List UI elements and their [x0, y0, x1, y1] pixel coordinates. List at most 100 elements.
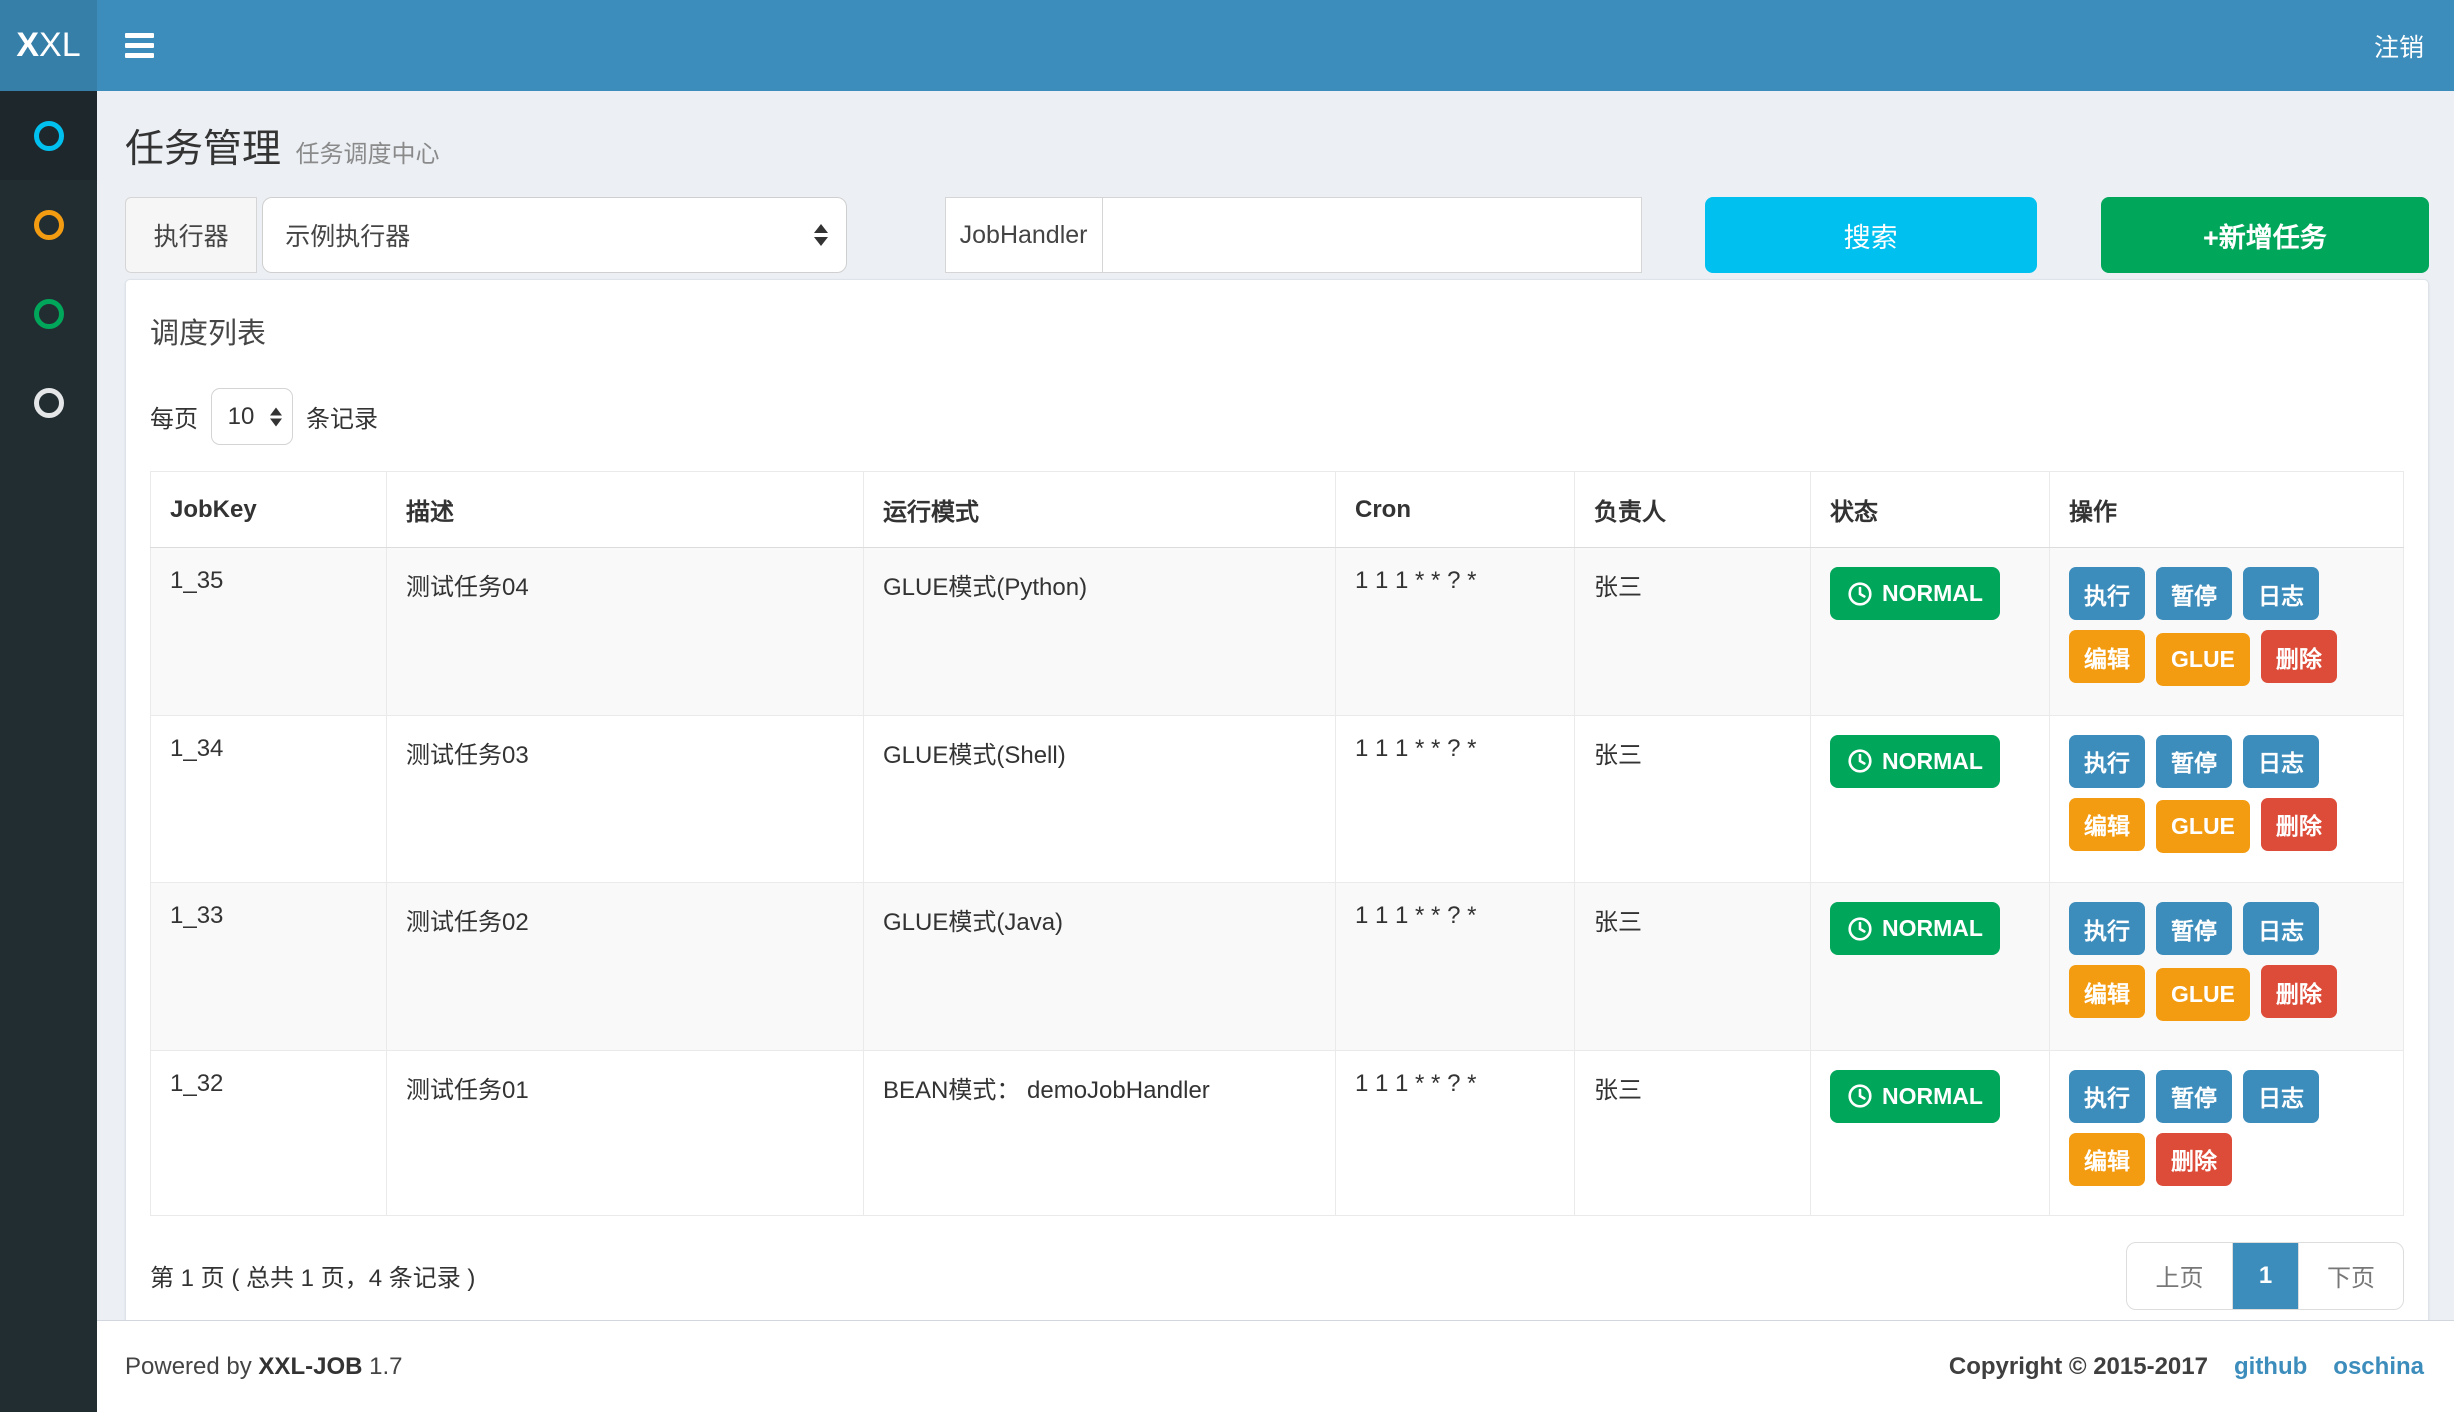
delete-button[interactable]: 删除	[2261, 965, 2337, 1018]
circle-icon	[34, 210, 64, 240]
cell-actions: 执行暂停日志 编辑GLUE删除	[2050, 883, 2404, 1051]
clock-icon	[1847, 1083, 1873, 1109]
cell-status: NORMAL	[1811, 1050, 2050, 1215]
page-header: 任务管理 任务调度中心	[125, 91, 2429, 174]
column-header-owner: 负责人	[1575, 472, 1811, 548]
column-header-cron: Cron	[1336, 472, 1575, 548]
app-logo[interactable]: XXL	[0, 0, 97, 91]
cell-jobkey: 1_35	[151, 548, 387, 716]
sidebar-item-4[interactable]	[0, 358, 97, 447]
circle-icon	[34, 388, 64, 418]
executor-select[interactable]: 示例执行器	[262, 197, 846, 273]
cell-status: NORMAL	[1811, 548, 2050, 716]
log-button[interactable]: 日志	[2243, 735, 2319, 788]
page-size-prefix-label: 每页	[150, 399, 198, 434]
jobhandler-label: JobHandler	[945, 197, 1103, 273]
table-header-row: JobKey 描述 运行模式 Cron 负责人 状态 操作	[151, 472, 2404, 548]
log-button[interactable]: 日志	[2243, 1070, 2319, 1123]
page-size-value: 10	[228, 403, 255, 431]
sidebar-item-1[interactable]	[0, 91, 97, 180]
cell-cron: 1 1 1 * * ? *	[1336, 883, 1575, 1051]
log-button[interactable]: 日志	[2243, 567, 2319, 620]
execute-button[interactable]: 执行	[2069, 902, 2145, 955]
github-link[interactable]: github	[2234, 1353, 2307, 1381]
column-header-runmode: 运行模式	[864, 472, 1336, 548]
status-badge: NORMAL	[1830, 567, 2000, 620]
app-logo-rest: XL	[39, 26, 81, 65]
powered-by-text: Powered by XXL-JOB 1.7	[125, 1353, 402, 1381]
caret-up-icon	[814, 224, 828, 233]
sidebar-toggle-button[interactable]	[125, 33, 154, 58]
copyright-text: Copyright © 2015-2017	[1949, 1353, 2208, 1381]
sidebar-item-3[interactable]	[0, 269, 97, 358]
page-size-select[interactable]: 10	[211, 388, 293, 445]
next-page-button[interactable]: 下页	[2298, 1243, 2403, 1309]
job-table: JobKey 描述 运行模式 Cron 负责人 状态 操作 1_35 测试任务0…	[150, 471, 2404, 1216]
pagination-bar: 第 1 页 ( 总共 1 页，4 条记录 ) 上页 1 下页	[150, 1242, 2404, 1310]
cell-owner: 张三	[1575, 715, 1811, 883]
status-text: NORMAL	[1882, 748, 1983, 775]
caret-down-icon	[814, 237, 828, 246]
cell-description: 测试任务04	[387, 548, 864, 716]
add-job-button[interactable]: +新增任务	[2101, 197, 2429, 273]
clock-icon	[1847, 581, 1873, 607]
delete-button[interactable]: 删除	[2156, 1133, 2232, 1186]
jobhandler-input[interactable]	[1103, 197, 1642, 273]
cell-status: NORMAL	[1811, 715, 2050, 883]
sidebar	[0, 91, 97, 1412]
pagination-summary: 第 1 页 ( 总共 1 页，4 条记录 )	[150, 1258, 475, 1293]
pause-button[interactable]: 暂停	[2156, 1070, 2232, 1123]
log-button[interactable]: 日志	[2243, 902, 2319, 955]
pause-button[interactable]: 暂停	[2156, 735, 2232, 788]
execute-button[interactable]: 执行	[2069, 567, 2145, 620]
column-header-description: 描述	[387, 472, 864, 548]
current-page-button[interactable]: 1	[2232, 1243, 2298, 1309]
delete-button[interactable]: 删除	[2261, 798, 2337, 851]
page-size-control: 每页 10 条记录	[150, 388, 2404, 445]
glue-button[interactable]: GLUE	[2156, 633, 2250, 686]
schedule-list-box: 调度列表 每页 10 条记录 JobKey 描述 运行模式	[125, 279, 2429, 1320]
execute-button[interactable]: 执行	[2069, 1070, 2145, 1123]
hamburger-icon	[125, 53, 154, 58]
prev-page-button[interactable]: 上页	[2127, 1243, 2232, 1309]
glue-button[interactable]: GLUE	[2156, 800, 2250, 853]
pause-button[interactable]: 暂停	[2156, 902, 2232, 955]
edit-button[interactable]: 编辑	[2069, 630, 2145, 683]
cell-cron: 1 1 1 * * ? *	[1336, 1050, 1575, 1215]
filter-toolbar: 执行器 示例执行器 JobHandler 搜索 +新增任务	[125, 197, 2429, 273]
cell-runmode: GLUE模式(Java)	[864, 883, 1336, 1051]
hamburger-icon	[125, 43, 154, 48]
clock-icon	[1847, 748, 1873, 774]
edit-button[interactable]: 编辑	[2069, 798, 2145, 851]
edit-button[interactable]: 编辑	[2069, 1133, 2145, 1186]
executor-selected-value: 示例执行器	[285, 217, 410, 253]
clock-icon	[1847, 916, 1873, 942]
main-footer: Powered by XXL-JOB 1.7 Copyright © 2015-…	[97, 1320, 2454, 1412]
cell-owner: 张三	[1575, 883, 1811, 1051]
cell-actions: 执行暂停日志 编辑删除	[2050, 1050, 2404, 1215]
table-row: 1_35 测试任务04 GLUE模式(Python) 1 1 1 * * ? *…	[151, 548, 2404, 716]
sidebar-item-2[interactable]	[0, 180, 97, 269]
delete-button[interactable]: 删除	[2261, 630, 2337, 683]
table-row: 1_32 测试任务01 BEAN模式： demoJobHandler 1 1 1…	[151, 1050, 2404, 1215]
edit-button[interactable]: 编辑	[2069, 965, 2145, 1018]
status-badge: NORMAL	[1830, 735, 2000, 788]
execute-button[interactable]: 执行	[2069, 735, 2145, 788]
logout-link[interactable]: 注销	[2374, 28, 2424, 64]
status-badge: NORMAL	[1830, 1070, 2000, 1123]
cell-status: NORMAL	[1811, 883, 2050, 1051]
column-header-jobkey: JobKey	[151, 472, 387, 548]
oschina-link[interactable]: oschina	[2333, 1353, 2424, 1381]
status-badge: NORMAL	[1830, 902, 2000, 955]
select-caret-icon	[270, 407, 282, 426]
product-name: XXL-JOB	[258, 1353, 362, 1380]
cell-runmode: GLUE模式(Python)	[864, 548, 1336, 716]
table-row: 1_34 测试任务03 GLUE模式(Shell) 1 1 1 * * ? * …	[151, 715, 2404, 883]
cell-description: 测试任务02	[387, 883, 864, 1051]
select-caret-icon	[814, 224, 828, 246]
pause-button[interactable]: 暂停	[2156, 567, 2232, 620]
glue-button[interactable]: GLUE	[2156, 968, 2250, 1021]
search-button[interactable]: 搜索	[1705, 197, 2037, 273]
column-header-status: 状态	[1811, 472, 2050, 548]
product-version: 1.7	[369, 1353, 402, 1380]
